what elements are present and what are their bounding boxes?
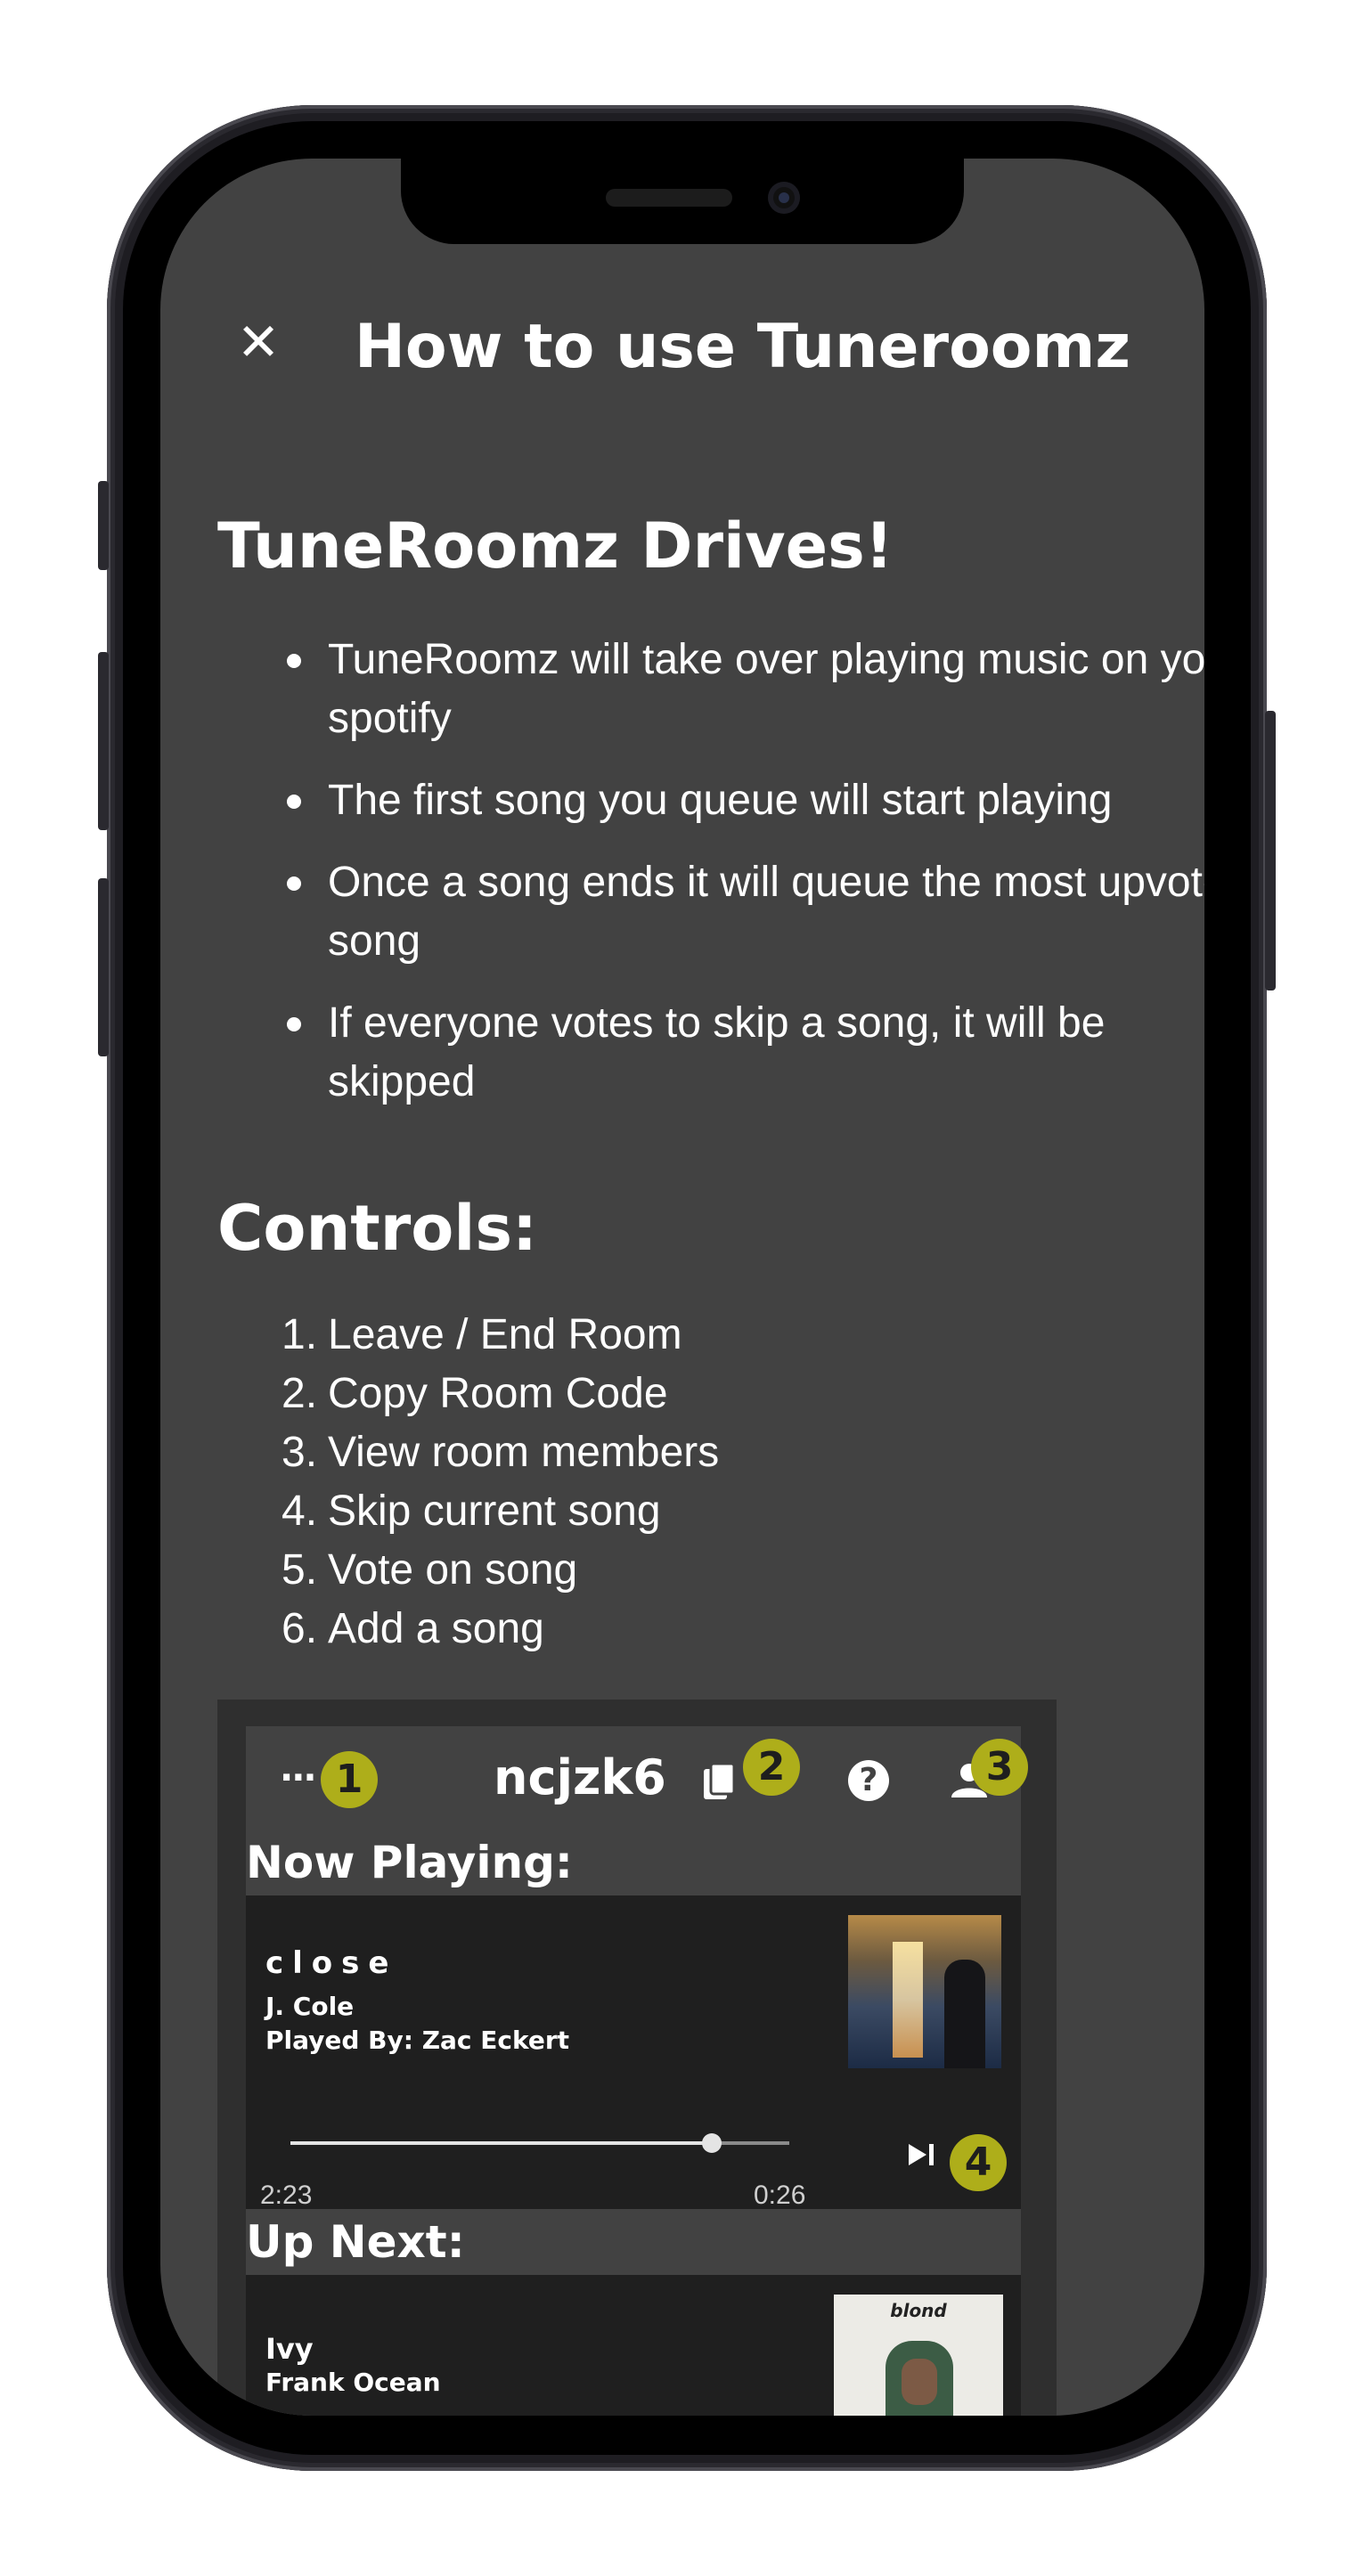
item-label: Vote on song bbox=[328, 1546, 578, 1594]
list-item: 1. Leave / End Room bbox=[217, 1306, 719, 1365]
up-next-label: Up Next: bbox=[246, 2209, 1021, 2275]
item-number: 1. bbox=[282, 1311, 318, 1358]
list-item: TuneRoomz will take over playing music o… bbox=[287, 631, 1204, 748]
close-button[interactable]: ✕ bbox=[232, 315, 285, 369]
menu-dots-icon: ··· bbox=[280, 1757, 317, 1798]
album-art bbox=[848, 1915, 1001, 2068]
list-item: 3. View room members bbox=[217, 1423, 719, 1482]
item-label: Skip current song bbox=[328, 1488, 661, 1535]
item-label: Leave / End Room bbox=[328, 1311, 682, 1358]
progress-fill bbox=[290, 2141, 713, 2145]
annotation-badge: 1 bbox=[321, 1751, 378, 1808]
example-app-bar: ··· ncjzk6 ? 1 2 3 bbox=[246, 1726, 1028, 1833]
controls-heading: Controls: bbox=[217, 1192, 538, 1265]
example-screenshot: ··· ncjzk6 ? 1 2 3 Now Playing: close J.… bbox=[217, 1700, 1057, 2416]
room-code: ncjzk6 bbox=[494, 1749, 666, 1806]
item-label: Copy Room Code bbox=[328, 1370, 668, 1417]
volume-up-button bbox=[98, 652, 109, 830]
item-label: Add a song bbox=[328, 1605, 544, 1652]
list-item: 5. Vote on song bbox=[217, 1541, 719, 1600]
phone-screen: ✕ How to use Tuneroomz TuneRoomz Drives!… bbox=[160, 159, 1204, 2416]
track-title: close bbox=[265, 1945, 398, 1981]
item-number: 6. bbox=[282, 1605, 318, 1652]
now-playing-label: Now Playing: bbox=[246, 1830, 1021, 1895]
silent-switch bbox=[98, 481, 109, 570]
time-remaining: 0:26 bbox=[754, 2181, 806, 2210]
list-item: Once a song ends it will queue the most … bbox=[287, 853, 1204, 971]
track-artist: J. Cole bbox=[265, 1992, 355, 2021]
front-camera bbox=[768, 182, 800, 214]
album-cover-text: blond bbox=[890, 2300, 947, 2321]
annotation-badge: 2 bbox=[743, 1739, 800, 1796]
list-item: 4. Skip current song bbox=[217, 1482, 719, 1541]
annotation-badge: 4 bbox=[950, 2134, 1007, 2191]
time-elapsed: 2:23 bbox=[260, 2181, 313, 2210]
list-item: The first song you queue will start play… bbox=[287, 771, 1204, 830]
next-track-title: Ivy bbox=[265, 2332, 314, 2366]
list-item: If everyone votes to skip a song, it wil… bbox=[287, 994, 1204, 1112]
list-item: 6. Add a song bbox=[217, 1600, 719, 1659]
item-label: View room members bbox=[328, 1429, 720, 1476]
copy-icon bbox=[704, 1762, 736, 1799]
page-title: How to use Tuneroomz bbox=[355, 312, 1130, 382]
item-number: 4. bbox=[282, 1488, 318, 1535]
speaker-grille bbox=[606, 189, 732, 207]
up-next-card: Ivy Frank Ocean blond bbox=[246, 2275, 1021, 2416]
album-cover-photo bbox=[886, 2341, 953, 2416]
power-button bbox=[1265, 711, 1276, 990]
progress-knob bbox=[702, 2133, 722, 2153]
progress-bar bbox=[290, 2133, 789, 2153]
next-album-art: blond bbox=[834, 2295, 1003, 2416]
skip-icon bbox=[909, 2144, 934, 2165]
played-by: Played By: Zac Eckert bbox=[265, 2026, 570, 2055]
item-number: 5. bbox=[282, 1546, 318, 1594]
list-item: 2. Copy Room Code bbox=[217, 1365, 719, 1423]
help-icon: ? bbox=[848, 1760, 889, 1801]
item-number: 2. bbox=[282, 1370, 318, 1417]
now-playing-card: close J. Cole Played By: Zac Eckert 2:23… bbox=[246, 1895, 1021, 2210]
item-number: 3. bbox=[282, 1429, 318, 1476]
drives-heading: TuneRoomz Drives! bbox=[217, 509, 894, 583]
annotation-badge: 3 bbox=[971, 1739, 1028, 1796]
controls-list: 1. Leave / End Room 2. Copy Room Code 3. Vi… bbox=[217, 1306, 719, 1659]
next-track-artist: Frank Ocean bbox=[265, 2368, 441, 2397]
volume-down-button bbox=[98, 878, 109, 1056]
notch bbox=[401, 159, 964, 244]
drives-list: TuneRoomz will take over playing music o… bbox=[217, 631, 1204, 1135]
example-app: ··· ncjzk6 ? 1 2 3 Now Playing: close J.… bbox=[246, 1726, 1028, 2416]
